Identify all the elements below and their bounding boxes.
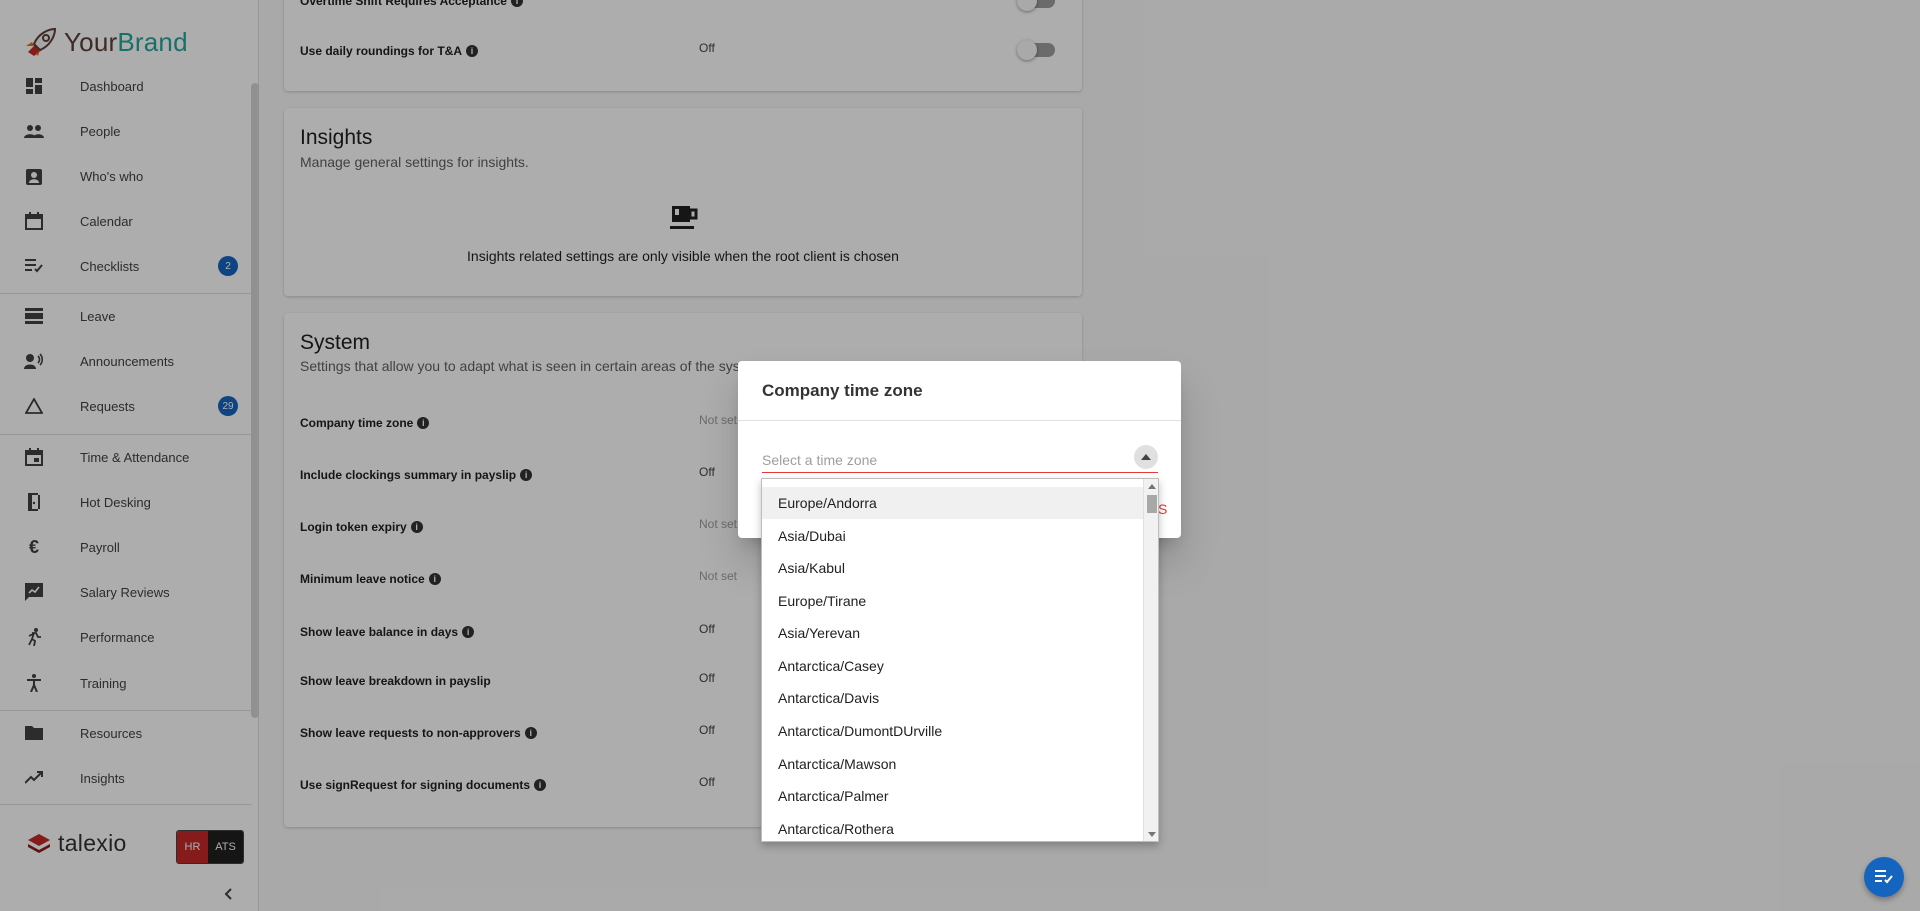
checklist-icon [1875,870,1893,884]
caret-up-icon [1141,454,1151,460]
dialog-action-button[interactable]: S [1158,501,1167,517]
checklist-fab-button[interactable] [1864,857,1904,897]
time-zone-option[interactable]: Asia/Yerevan [762,617,1143,649]
time-zone-option[interactable]: Antarctica/Rothera [762,813,1143,841]
scrollbar-thumb[interactable] [1147,495,1157,513]
time-zone-option[interactable]: Antarctica/Davis [762,682,1143,714]
time-zone-option[interactable]: Antarctica/Casey [762,650,1143,682]
time-zone-option[interactable]: Europe/Andorra [762,487,1143,519]
options-scrollbar[interactable] [1143,479,1158,841]
scroll-up-icon[interactable] [1147,481,1157,491]
scroll-down-icon[interactable] [1147,829,1157,839]
time-zone-select[interactable]: Select a time zone [762,445,1158,473]
select-placeholder: Select a time zone [762,452,878,468]
dialog-title: Company time zone [762,381,923,400]
time-zone-option[interactable]: Antarctica/Palmer [762,780,1143,812]
time-zone-option[interactable]: Asia/Kabul [762,552,1143,584]
time-zone-option[interactable]: Antarctica/Mawson [762,748,1143,780]
dropdown-toggle-button[interactable] [1134,445,1158,469]
divider [738,420,1181,421]
time-zone-options-list[interactable]: Europe/Andorra Asia/Dubai Asia/Kabul Eur… [761,478,1159,842]
time-zone-option[interactable]: Europe/Tirane [762,585,1143,617]
time-zone-option[interactable]: Antarctica/DumontDUrville [762,715,1143,747]
time-zone-option[interactable]: Asia/Dubai [762,520,1143,552]
